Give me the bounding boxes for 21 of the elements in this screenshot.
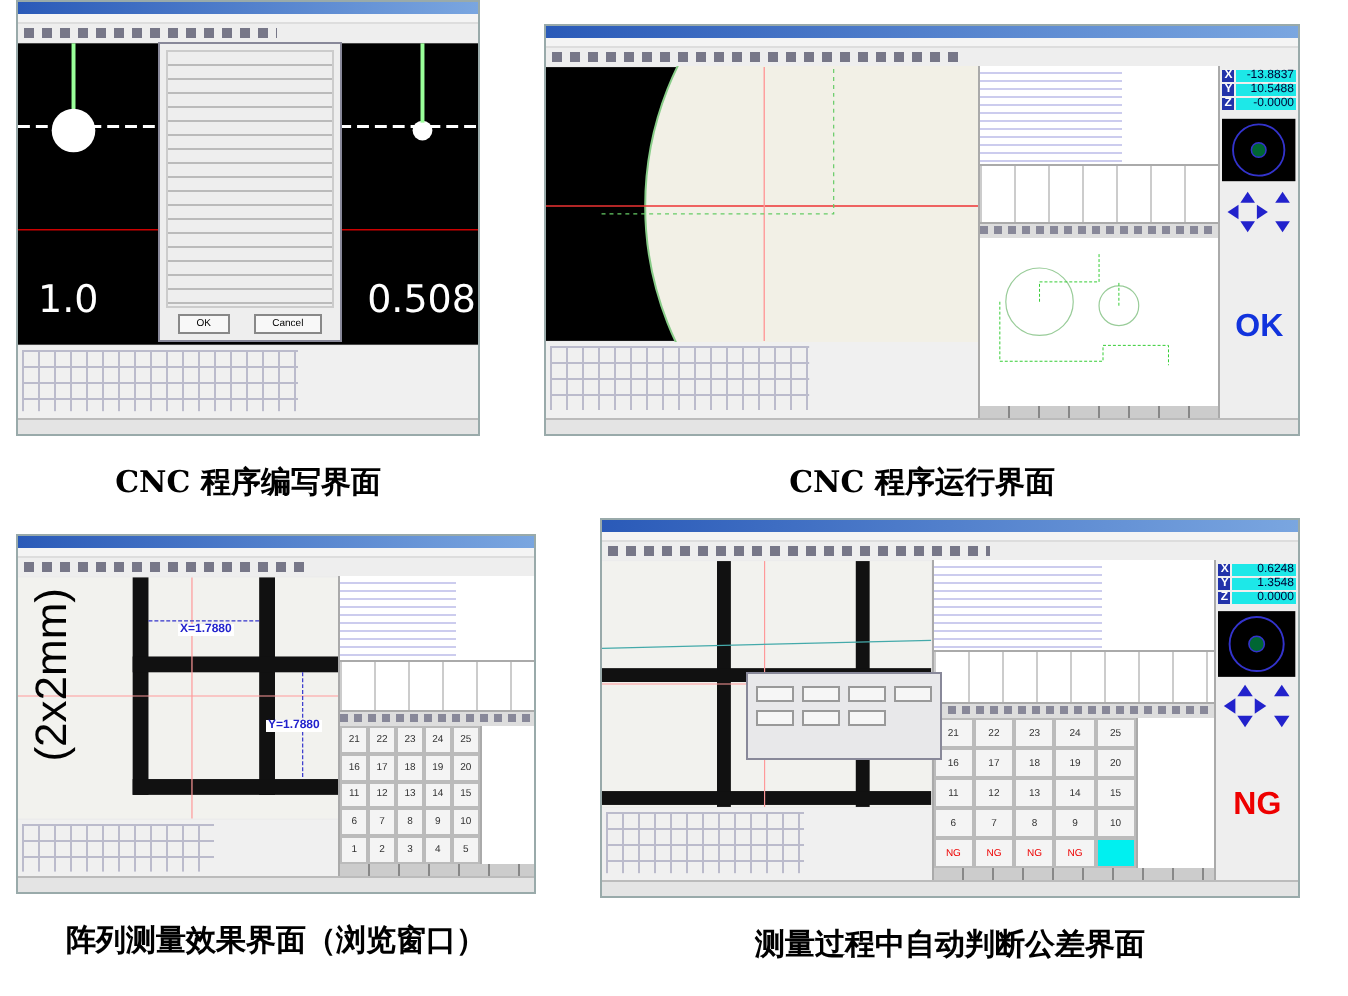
view-label: 0.508	[367, 278, 476, 322]
array-cell[interactable]	[1095, 838, 1136, 868]
joystick-drawing[interactable]	[1218, 610, 1296, 678]
tool-palette-drawing[interactable]	[602, 808, 932, 880]
view-label: 1.0	[38, 278, 99, 322]
arrow-pad-drawing[interactable]	[1222, 186, 1296, 238]
joystick-drawing[interactable]	[1222, 116, 1296, 184]
result-label: OK	[1235, 309, 1284, 345]
tool-palette-drawing[interactable]	[18, 346, 478, 418]
tool-palette-drawing[interactable]	[546, 342, 979, 418]
toolbar-drawing[interactable]	[340, 712, 534, 726]
caption: 阵列测量效果界面（浏览窗口）	[64, 922, 488, 960]
tool-palette-drawing[interactable]	[18, 820, 339, 876]
result-label: NG	[1233, 787, 1282, 823]
caption: CNC 程序运行界面	[787, 464, 1057, 502]
tab-strip[interactable]	[933, 868, 1215, 880]
tab-strip[interactable]	[980, 406, 1219, 418]
caption: 测量过程中自动判断公差界面	[753, 926, 1147, 964]
view-label: (2x2mm)	[30, 588, 74, 762]
tab-strip[interactable]	[340, 864, 534, 876]
caption: CNC 程序编写界面	[113, 464, 383, 502]
